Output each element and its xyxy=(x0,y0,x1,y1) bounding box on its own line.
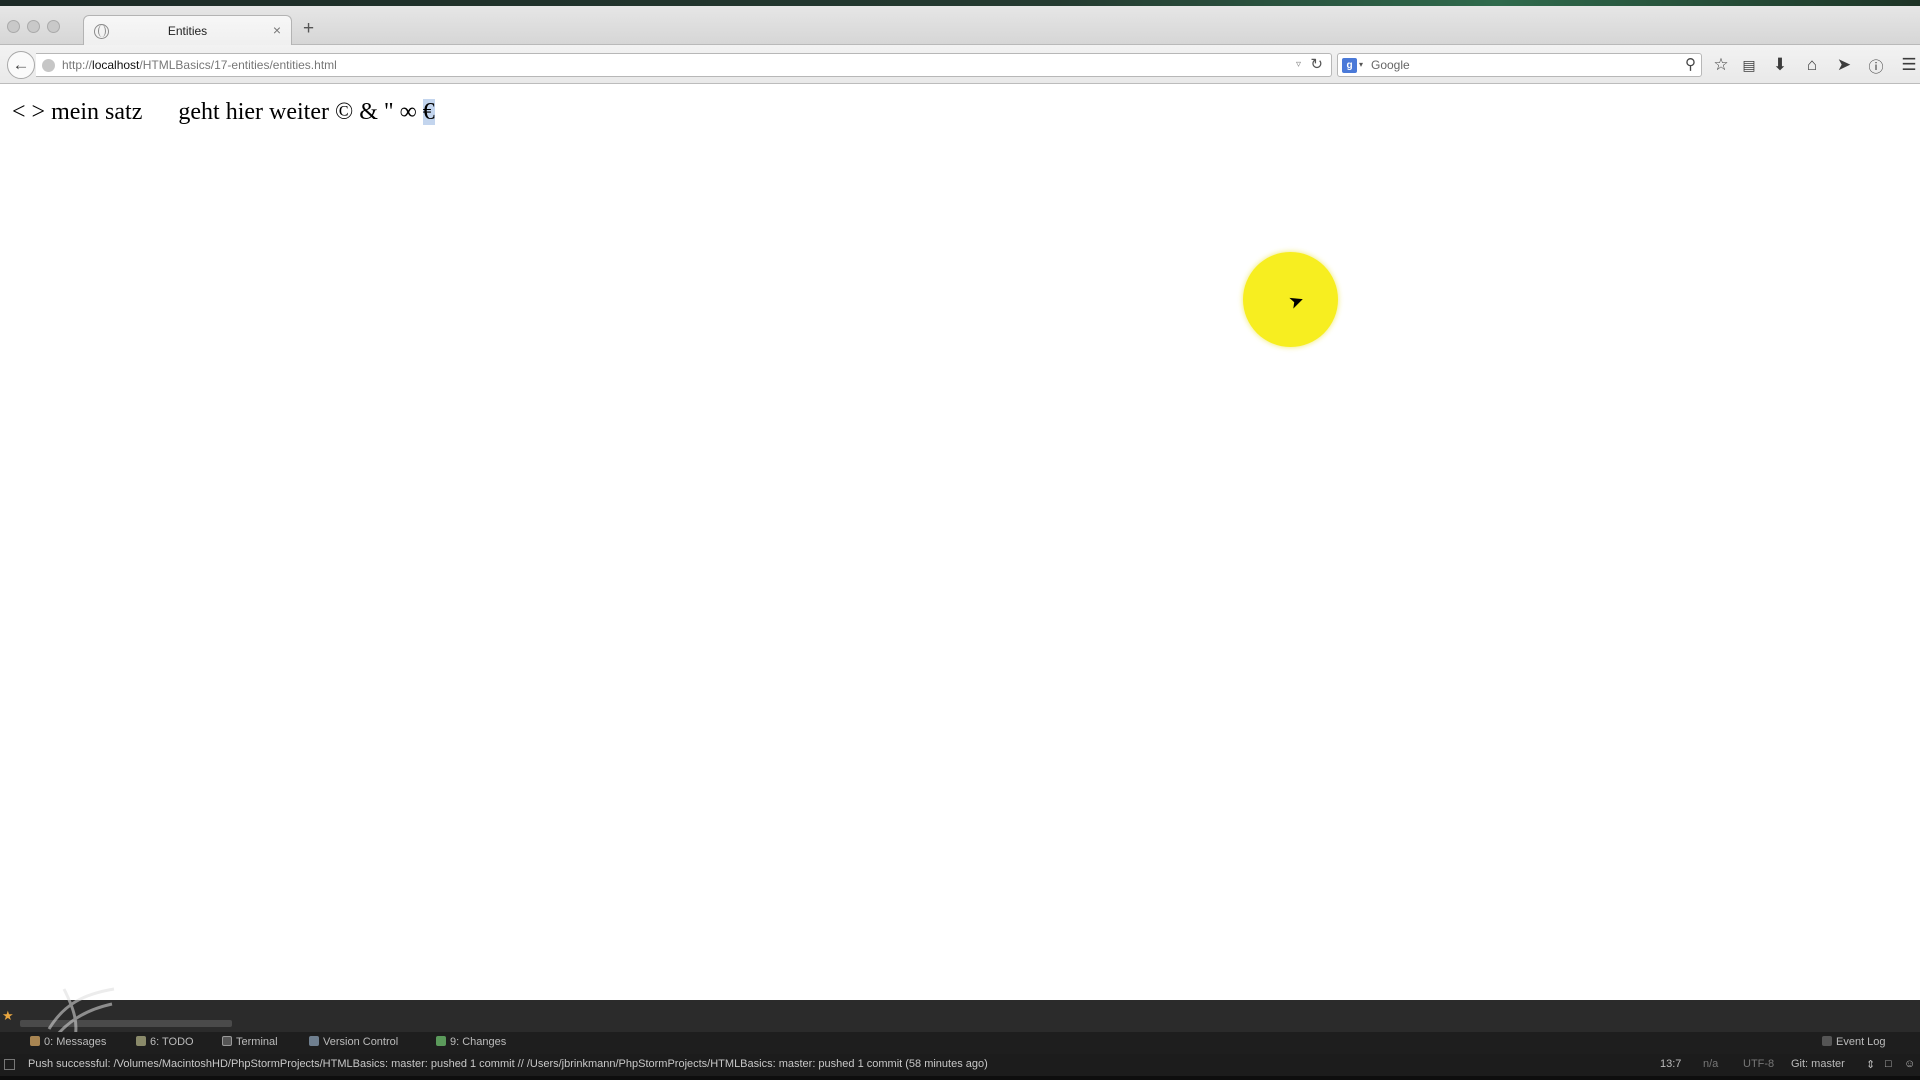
inspector-icon[interactable]: ☺ xyxy=(1904,1058,1915,1070)
terminal-icon xyxy=(222,1036,232,1046)
ide-status-bar: Push successful: /Volumes/MacintoshHD/Ph… xyxy=(0,1054,1920,1076)
page-content: < > mein satz geht hier weiter © & " ∞ €… xyxy=(0,85,1920,1000)
changes-icon xyxy=(436,1036,446,1046)
selected-euro-text: € xyxy=(422,99,435,125)
tab-title: Entities xyxy=(167,24,208,38)
tab-bar: Entities × + xyxy=(0,6,1920,46)
status-toggle-icon[interactable] xyxy=(4,1059,15,1070)
tab-terminal[interactable]: Terminal xyxy=(222,1036,278,1048)
zoom-window-button[interactable] xyxy=(47,20,60,33)
navigation-bar: ← http://localhost/HTMLBasics/17-entitie… xyxy=(0,45,1920,84)
browser-window: Entities × + ← http://localhost/HTMLBasi… xyxy=(0,6,1920,1000)
reload-icon[interactable]: ↻ xyxy=(1310,55,1323,73)
home-icon[interactable]: ⌂ xyxy=(1801,55,1823,75)
tab-version-control[interactable]: Version Control xyxy=(309,1036,398,1048)
site-identity-icon[interactable] xyxy=(42,59,55,72)
tab-todo[interactable]: 6: TODO xyxy=(136,1036,194,1048)
search-engine-dropdown-icon[interactable]: ▾ xyxy=(1359,60,1363,69)
menu-icon[interactable]: ☰ xyxy=(1898,55,1920,75)
cursor-position[interactable]: 13:7 xyxy=(1660,1058,1681,1070)
download-icon[interactable]: ⬇ xyxy=(1769,55,1791,75)
event-log-button[interactable]: Event Log xyxy=(1822,1036,1886,1048)
ide-tool-tabs: 0: Messages 6: TODO Terminal Version Con… xyxy=(0,1032,1920,1054)
status-message[interactable]: Push successful: /Volumes/MacintoshHD/Ph… xyxy=(28,1058,988,1070)
event-log-icon xyxy=(1822,1036,1832,1046)
back-button[interactable]: ← xyxy=(7,51,35,79)
search-icon[interactable]: ⚲ xyxy=(1685,55,1696,73)
send-icon[interactable]: ➤ xyxy=(1833,55,1855,75)
version-control-icon xyxy=(309,1036,319,1046)
url-history-dropdown-icon[interactable]: ▿ xyxy=(1296,59,1301,70)
tab-messages[interactable]: 0: Messages xyxy=(30,1036,106,1048)
git-branch-dropdown-icon[interactable]: ⇕ xyxy=(1866,1058,1875,1071)
url-bar[interactable]: http://localhost/HTMLBasics/17-entities/… xyxy=(36,53,1332,77)
messages-icon xyxy=(30,1036,40,1046)
tab-close-button[interactable]: × xyxy=(273,22,281,38)
minimize-window-button[interactable] xyxy=(27,20,40,33)
info-icon[interactable]: ⓘ xyxy=(1865,56,1887,77)
bookmark-star-icon[interactable]: ☆ xyxy=(1710,55,1732,75)
tab-entities[interactable]: Entities × xyxy=(83,15,292,46)
tab-changes[interactable]: 9: Changes xyxy=(436,1036,506,1048)
todo-icon xyxy=(136,1036,146,1046)
lock-icon[interactable]: □ xyxy=(1885,1058,1892,1070)
google-icon[interactable]: g xyxy=(1342,58,1357,73)
url-text: http://localhost/HTMLBasics/17-entities/… xyxy=(62,58,337,72)
entities-plain-text: < > mein satz geht hier weiter © & " ∞ xyxy=(12,99,423,125)
favorites-star-icon[interactable]: ★ xyxy=(2,1008,14,1024)
search-bar[interactable]: g ▾ Google ⚲ xyxy=(1337,53,1702,77)
new-tab-button[interactable]: + xyxy=(303,18,314,40)
bottom-strip xyxy=(0,1076,1920,1080)
ide-tool-strip: ★ xyxy=(0,1000,1920,1032)
entities-text: < > mein satz geht hier weiter © & " ∞ € xyxy=(12,99,435,126)
encoding-status[interactable]: UTF-8 xyxy=(1743,1058,1774,1070)
git-branch-status[interactable]: Git: master xyxy=(1791,1058,1845,1070)
line-separator-status[interactable]: n/a xyxy=(1703,1058,1718,1070)
reading-list-icon[interactable]: ▤ xyxy=(1738,57,1760,74)
search-input[interactable]: Google xyxy=(1371,58,1410,72)
close-window-button[interactable] xyxy=(7,20,20,33)
